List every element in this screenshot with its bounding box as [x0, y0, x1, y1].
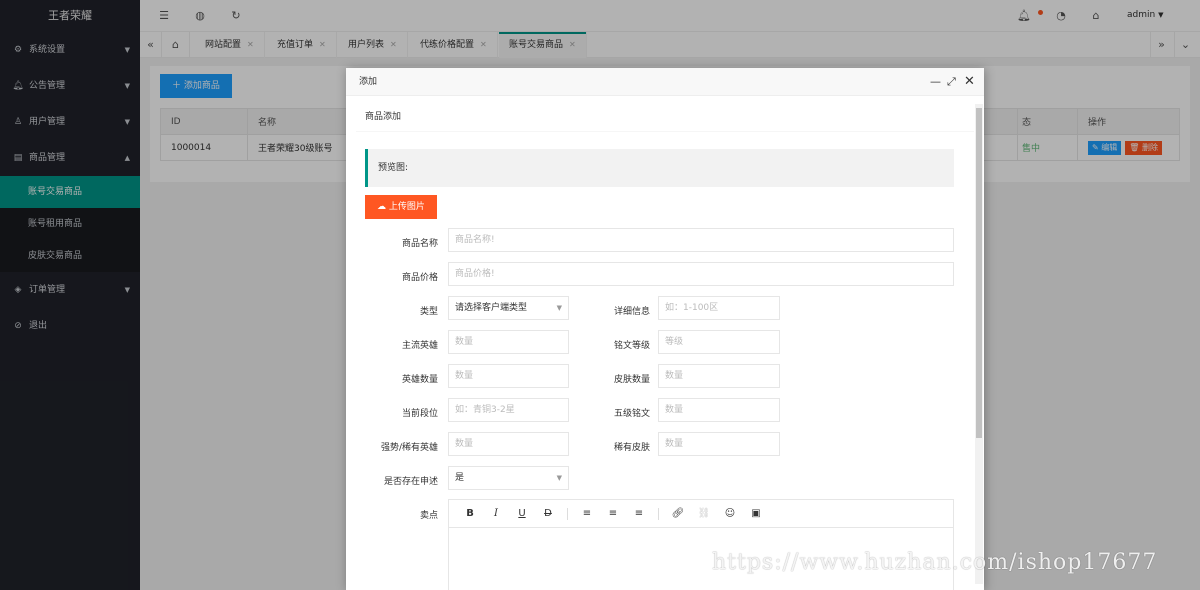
card-title: 商品添加 [356, 102, 974, 132]
add-modal: 添加 — ⤢ ✕ 商品添加 预览图: ☁ 上传图片 商品名称 商品名称! 商品价… [346, 68, 984, 590]
toolbar-divider [567, 507, 568, 520]
underline-icon[interactable]: U [509, 508, 535, 519]
rune-level-input[interactable]: 等级 [658, 330, 780, 354]
editor-toolbar: B I U D ≡ ≡ ≡ 🔗︎ ⛓ ☺ ▣ [449, 500, 953, 528]
watermark: https://www.huzhan.com/ishop17677 [712, 550, 1158, 575]
skin-count-label: 皮肤数量 [613, 375, 650, 385]
close-icon[interactable]: ✕ [964, 74, 975, 90]
upload-image-button[interactable]: ☁ 上传图片 [365, 195, 437, 219]
main-hero-input[interactable]: 数量 [448, 330, 569, 354]
modal-title: 添加 [346, 68, 984, 96]
appeal-select-value: 是 [455, 473, 465, 483]
hero-label: 主流英雄 [401, 341, 438, 351]
chevron-down-icon: ▼ [556, 304, 562, 312]
rune5-label: 五级铭文 [613, 409, 650, 419]
emoji-icon[interactable]: ☺ [717, 508, 743, 519]
italic-icon[interactable]: I [483, 508, 509, 519]
detail-input[interactable]: 如：1-100区 [658, 296, 780, 320]
unlink-icon[interactable]: ⛓ [691, 508, 717, 519]
rune5-input[interactable]: 数量 [658, 398, 780, 422]
type-label: 类型 [419, 307, 438, 317]
bold-icon[interactable]: B [457, 508, 483, 519]
image-icon[interactable]: ▣ [743, 508, 769, 519]
link-icon[interactable]: 🔗︎ [665, 508, 691, 519]
appeal-select[interactable]: 是 ▼ [448, 466, 569, 490]
name-label: 商品名称 [401, 239, 438, 249]
detail-label: 详细信息 [613, 307, 650, 317]
rare-skin-input[interactable]: 数量 [658, 432, 780, 456]
type-select-value: 请选择客户端类型 [455, 303, 528, 313]
skin-count-input[interactable]: 数量 [658, 364, 780, 388]
selling-point-label: 卖点 [419, 511, 438, 521]
align-left-icon[interactable]: ≡ [574, 508, 600, 519]
rune-level-label: 铭文等级 [613, 341, 650, 351]
price-label: 商品价格 [401, 273, 438, 283]
rare-skin-label: 稀有皮肤 [613, 443, 650, 453]
rare-hero-input[interactable]: 数量 [448, 432, 569, 456]
hero-count-input[interactable]: 数量 [448, 364, 569, 388]
strikethrough-icon[interactable]: D [535, 508, 561, 519]
chevron-down-icon: ▼ [556, 474, 562, 482]
type-select[interactable]: 请选择客户端类型 ▼ [448, 296, 569, 320]
goods-name-input[interactable]: 商品名称! [448, 228, 954, 252]
rank-input[interactable]: 如：青铜3-2星 [448, 398, 569, 422]
rank-label: 当前段位 [401, 409, 438, 419]
appeal-label: 是否存在申述 [383, 477, 438, 487]
scrollbar-thumb[interactable] [976, 108, 982, 438]
maximize-icon[interactable]: ⤢ [947, 74, 956, 90]
upload-label: 上传图片 [388, 202, 425, 212]
goods-price-input[interactable]: 商品价格! [448, 262, 954, 286]
align-center-icon[interactable]: ≡ [600, 508, 626, 519]
rare-hero-label: 强势/稀有英雄 [380, 443, 438, 453]
image-preview: 预览图: [365, 149, 954, 187]
align-right-icon[interactable]: ≡ [626, 508, 652, 519]
toolbar-divider [658, 507, 659, 520]
minimize-icon[interactable]: — [930, 74, 941, 90]
modal-body: 商品添加 预览图: ☁ 上传图片 商品名称 商品名称! 商品价格 商品价格! 类… [356, 102, 974, 590]
hero-count-label: 英雄数量 [401, 375, 438, 385]
rich-text-editor[interactable]: B I U D ≡ ≡ ≡ 🔗︎ ⛓ ☺ ▣ [448, 499, 954, 590]
